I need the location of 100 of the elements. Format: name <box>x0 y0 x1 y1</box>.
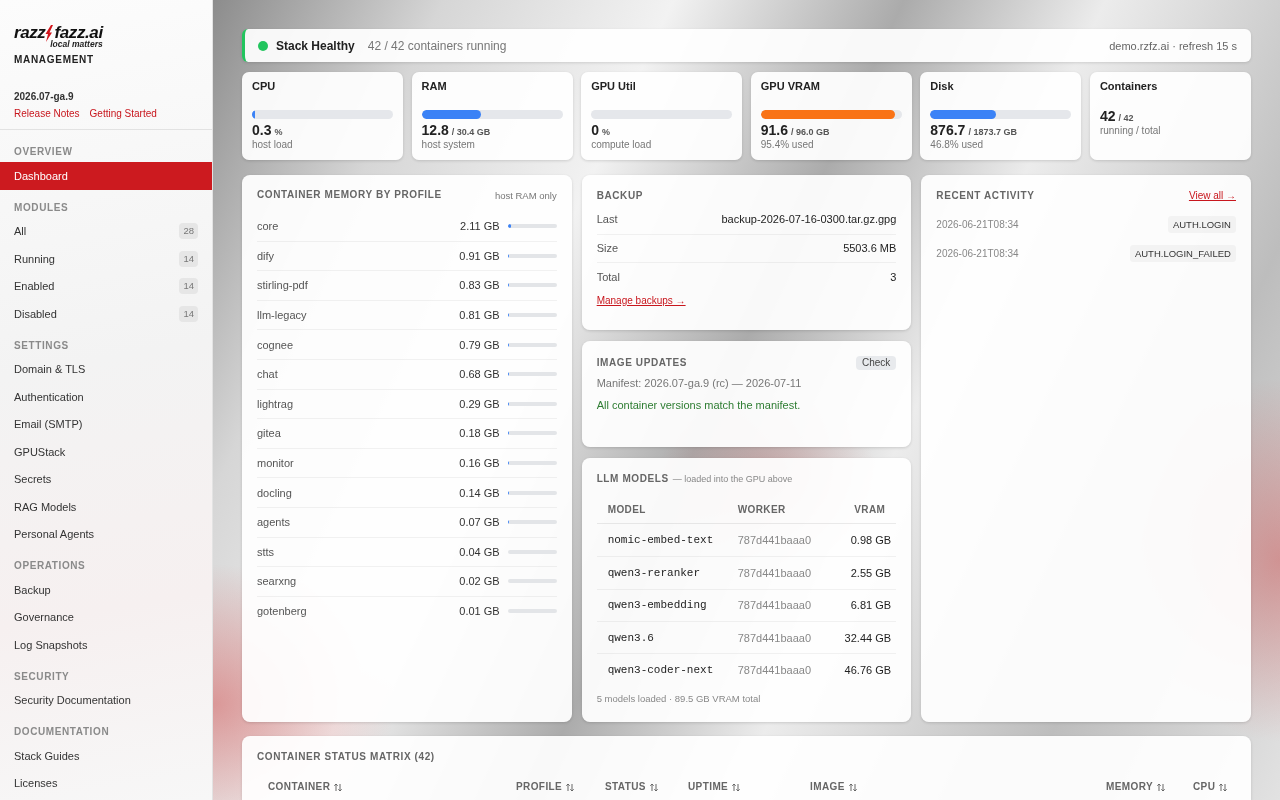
vram-value: 32.44 GB <box>844 631 892 644</box>
nav-item[interactable]: RAG Models <box>0 493 212 521</box>
sort-icon <box>1219 782 1228 792</box>
metric-unit: / 1873.7 GB <box>968 127 1017 137</box>
refresh-info: demo.rzfz.ai · refresh 15 s <box>1109 39 1237 52</box>
metric-label: CPU <box>252 80 276 92</box>
sort-header[interactable]: PROFILE <box>516 781 575 793</box>
logo-text: razz <box>14 24 46 42</box>
check-button[interactable]: Check <box>855 356 897 370</box>
profile-name: monitor <box>257 457 294 470</box>
metric-value: 876.7 <box>930 122 966 138</box>
metric-unit: % <box>601 127 610 137</box>
nav-item[interactable]: Secrets <box>0 465 212 493</box>
card-title: IMAGE UPDATES <box>596 357 688 369</box>
memory-value: 0.91 GB <box>459 249 500 262</box>
metric-caption: 46.8% used <box>930 139 984 151</box>
nav-section-heading: SETTINGS <box>14 339 69 352</box>
version-label: 2026.07-ga.9 <box>14 91 74 103</box>
backup-value: 5503.6 MB <box>843 242 897 255</box>
sort-header[interactable]: UPTIME <box>688 781 741 793</box>
worker-id: 787d441baaa0 <box>737 631 812 644</box>
nav-item[interactable]: Email (SMTP) <box>0 410 212 438</box>
nav-item[interactable]: Personal Agents <box>0 520 212 548</box>
vram-value: 46.76 GB <box>844 663 892 676</box>
nav-item[interactable]: GPUStack <box>0 438 212 466</box>
nav-item[interactable]: Running 14 <box>0 245 212 273</box>
memory-value: 0.18 GB <box>459 427 500 440</box>
metric-label: RAM <box>421 80 447 92</box>
vram-value: 2.55 GB <box>850 566 892 579</box>
memory-value: 0.29 GB <box>459 397 500 410</box>
event-time: 2026-06-21T08:34 <box>936 248 1019 259</box>
nav-item[interactable]: Dashboard <box>0 162 212 190</box>
metric-label: Containers <box>1099 80 1158 92</box>
lightning-icon <box>45 24 54 42</box>
profile-name: core <box>257 219 279 232</box>
memory-value: 0.16 GB <box>459 457 500 470</box>
sort-icon <box>732 782 741 792</box>
profile-name: gitea <box>257 427 281 440</box>
vram-value: 0.98 GB <box>850 534 892 547</box>
count-badge: 14 <box>179 250 198 267</box>
column-header: VRAM <box>854 503 886 515</box>
metric-caption: running / total <box>1099 125 1161 137</box>
nav-item[interactable]: Enabled 14 <box>0 272 212 300</box>
status-message: All container versions match the manifest. <box>596 399 801 412</box>
header-link[interactable]: Release Notes <box>14 108 80 120</box>
memory-value: 2.11 GB <box>460 219 500 232</box>
nav-item[interactable]: Authentication <box>0 383 212 411</box>
card-title: BACKUP <box>596 190 644 202</box>
card-title: CONTAINER MEMORY BY PROFILE <box>257 189 442 201</box>
metric-value: 42 <box>1099 108 1116 124</box>
sort-header[interactable]: MEMORY <box>1106 781 1166 793</box>
nav-section-heading: DOCUMENTATION <box>14 726 110 738</box>
nav-item[interactable]: Disabled 14 <box>0 300 212 328</box>
nav-item[interactable]: Log Snapshots <box>0 631 212 659</box>
profile-name: stirling-pdf <box>257 279 308 292</box>
backup-value: 3 <box>890 270 897 283</box>
nav-item[interactable]: Security Documentation <box>0 686 212 714</box>
nav-section-heading: OVERVIEW <box>14 146 73 158</box>
backup-label: Size <box>596 242 619 255</box>
nav-item[interactable]: All 28 <box>0 217 212 245</box>
model-name: qwen3-coder-next <box>607 663 714 676</box>
status-title: Stack Healthy <box>276 38 355 53</box>
sort-header[interactable]: CPU <box>1193 781 1228 793</box>
memory-track <box>507 549 557 554</box>
backup-label: Last <box>596 213 618 226</box>
nav-section-heading: SECURITY <box>14 670 70 683</box>
worker-id: 787d441baaa0 <box>737 566 812 579</box>
metric-value: 0 <box>591 122 599 138</box>
nav-item[interactable]: Backup <box>0 576 212 604</box>
nav-item[interactable]: Stack Guides <box>0 742 212 770</box>
nav-item[interactable]: Licenses <box>0 769 212 797</box>
memory-value: 0.04 GB <box>459 545 500 558</box>
sort-header[interactable]: IMAGE <box>810 781 857 793</box>
metric-label: GPU Util <box>591 80 636 92</box>
profile-name: cognee <box>257 338 294 351</box>
status-summary: 42 / 42 containers running <box>367 38 507 53</box>
worker-id: 787d441baaa0 <box>737 663 812 676</box>
count-badge: 14 <box>179 305 198 322</box>
model-name: qwen3-embedding <box>607 599 707 612</box>
sort-icon <box>334 782 343 792</box>
app-title: MANAGEMENT <box>14 54 94 66</box>
memory-value: 0.81 GB <box>459 309 500 322</box>
event-tag: AUTH.LOGIN <box>1167 216 1236 233</box>
metric-caption: 95.4% used <box>760 139 814 151</box>
sort-header[interactable]: STATUS <box>605 781 658 793</box>
profile-name: stts <box>257 545 275 558</box>
profile-name: llm-legacy <box>257 309 307 322</box>
view-all-link[interactable]: View all → <box>1188 190 1236 202</box>
metric-unit: / 96.0 GB <box>791 127 830 137</box>
profile-name: searxng <box>257 575 297 588</box>
memory-value: 0.83 GB <box>459 279 500 292</box>
nav-item[interactable]: Governance <box>0 603 212 631</box>
nav-item[interactable]: Domain & TLS <box>0 355 212 383</box>
manage-backups-link[interactable]: Manage backups → <box>596 294 686 307</box>
metric-caption: host load <box>252 139 293 151</box>
header-link[interactable]: Getting Started <box>89 108 157 120</box>
metric-caption: host system <box>421 139 475 151</box>
metric-label: GPU VRAM <box>760 80 820 92</box>
sort-header[interactable]: CONTAINER <box>268 781 343 793</box>
card-note: host RAM only <box>494 189 557 201</box>
